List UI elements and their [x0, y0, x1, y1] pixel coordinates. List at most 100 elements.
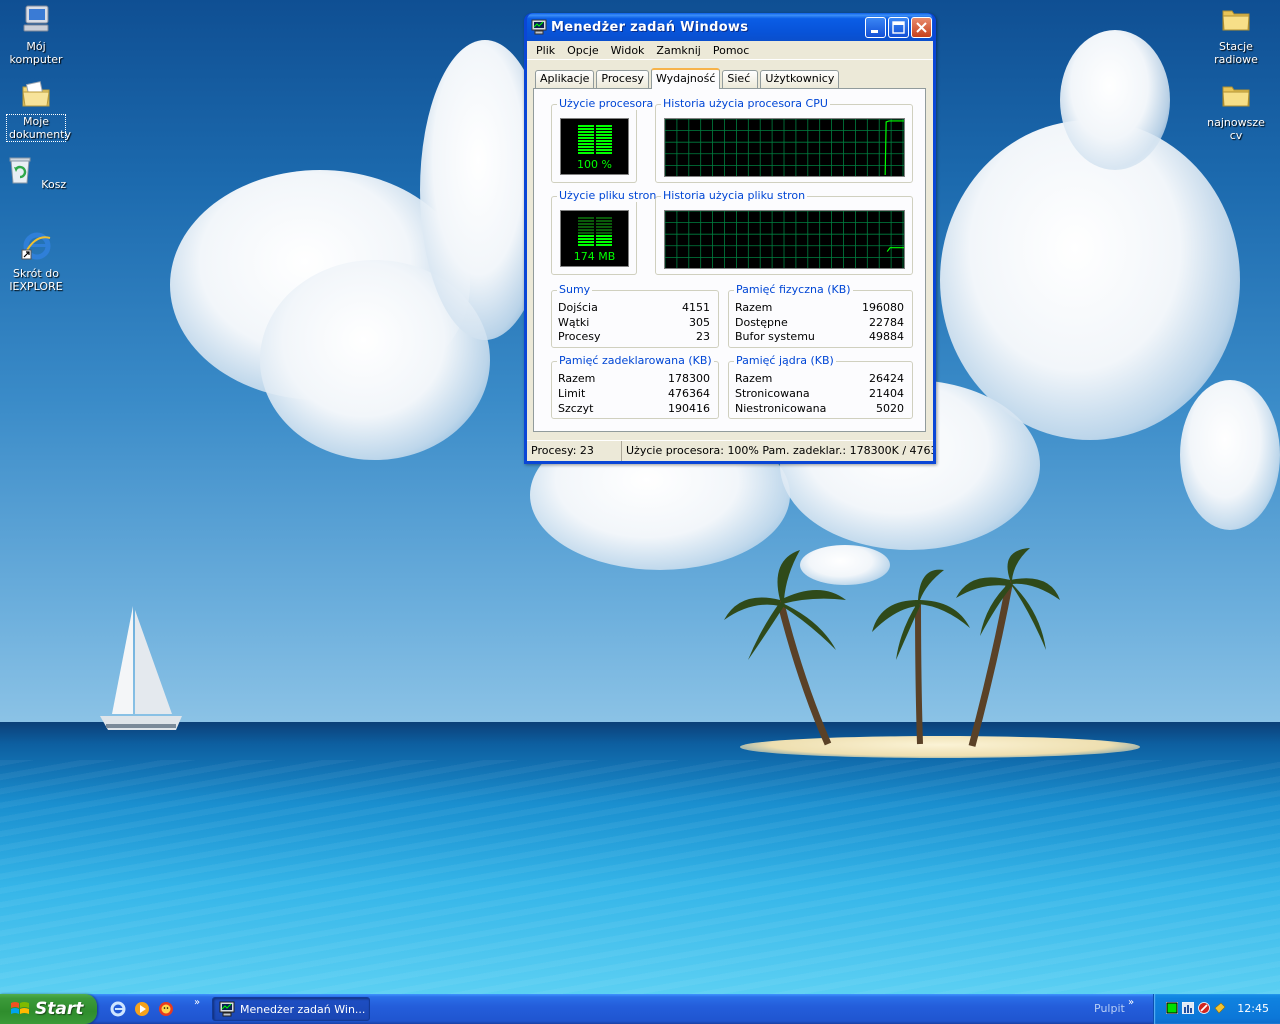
meter-segment	[596, 217, 612, 219]
desktop-icon-stacje-radiowe[interactable]: Stacje radiowe	[1198, 3, 1274, 66]
antivirus-tray-icon[interactable]	[1198, 1002, 1210, 1014]
stat-key: Razem	[735, 372, 773, 385]
meter-segment	[578, 235, 594, 237]
meter-segment	[596, 152, 612, 154]
meter-segment	[596, 226, 612, 228]
desktop-icon-label: Kosz	[41, 178, 67, 191]
pagefile-history-graph	[664, 210, 905, 269]
meter-segment	[578, 223, 594, 225]
meter-segment	[596, 125, 612, 127]
commit-charge-label: Pamięć zadeklarowana (KB)	[557, 354, 714, 367]
tab-wydajnosc[interactable]: Wydajność	[650, 68, 721, 89]
meter-segment	[578, 238, 594, 240]
meter-segment	[578, 125, 594, 127]
quicklaunch-media-player-icon[interactable]	[134, 1001, 150, 1017]
meter-segment	[578, 226, 594, 228]
close-button[interactable]	[911, 17, 932, 38]
tab-procesy[interactable]: Procesy	[596, 70, 649, 88]
desktop-icon-my-documents[interactable]: Moje dokumenty	[0, 78, 74, 142]
pagefile-usage-meter: 174 MB	[560, 210, 629, 267]
menu-item-zamknij[interactable]: Zamknij	[650, 44, 706, 57]
minimize-icon	[871, 30, 878, 33]
documents-folder-icon	[22, 81, 50, 107]
meter-segment	[596, 137, 612, 139]
menu-item-plik[interactable]: Plik	[530, 44, 561, 57]
commit-row: Razem 178300	[558, 372, 710, 386]
task-manager-window[interactable]: Menedżer zadań Windows Plik Opcje Widok …	[524, 13, 936, 464]
close-icon	[916, 22, 927, 33]
desktop-icon-label: Mój komputer	[9, 40, 63, 66]
meter-segment	[578, 137, 594, 139]
desktop-icon-iexplore-shortcut[interactable]: Skrót do IEXPLORE	[0, 230, 74, 293]
physical-memory-group: Pamięć fizyczna (KB) Razem 196080 Dostęp…	[728, 283, 913, 348]
quicklaunch-chevron[interactable]: »	[194, 997, 200, 1008]
meter-segment	[578, 146, 594, 148]
stat-key: Dojścia	[558, 301, 598, 314]
stat-value: 178300	[668, 372, 710, 385]
physical-row: Bufor systemu 49884	[735, 330, 904, 344]
palm-fronds	[724, 548, 1060, 660]
messenger-tray-icon[interactable]	[1214, 1002, 1226, 1014]
meter-segment	[578, 140, 594, 142]
meter-segment	[578, 149, 594, 151]
window-titlebar[interactable]: Menedżer zadań Windows	[527, 13, 933, 41]
stat-key: Razem	[735, 301, 773, 314]
network-tray-icon[interactable]	[1182, 1002, 1194, 1014]
menu-item-opcje[interactable]: Opcje	[561, 44, 605, 57]
desktop-icon-recycle-bin[interactable]: Kosz	[0, 154, 74, 191]
meter-segment	[578, 134, 594, 136]
menubar: Plik Opcje Widok Zamknij Pomoc	[527, 41, 933, 60]
cpu-history-graph	[664, 118, 905, 177]
stat-key: Wątki	[558, 316, 590, 329]
cpu-usage-label: Użycie procesora	[557, 97, 656, 110]
cpu-history-group: Historia użycia procesora CPU	[655, 97, 913, 183]
menu-item-pomoc[interactable]: Pomoc	[707, 44, 755, 57]
stat-key: Stronicowana	[735, 387, 810, 400]
performance-panel: Użycie procesora 100 % Historia użycia p…	[533, 88, 926, 432]
desktop-icon-najnowsze-cv[interactable]: najnowsze cv	[1198, 79, 1274, 142]
cpu-history-label: Historia użycia procesora CPU	[661, 97, 830, 110]
cpu-usage-group: Użycie procesora 100 %	[551, 97, 656, 183]
start-button[interactable]: Start	[0, 994, 97, 1024]
task-manager-cpu-tray-icon[interactable]	[1166, 1002, 1178, 1014]
quicklaunch-messenger-icon[interactable]	[158, 1001, 174, 1017]
stat-value: 196080	[862, 301, 904, 314]
taskbar-button-task-manager[interactable]: Menedżer zadań Win...	[212, 997, 370, 1021]
totals-label: Sumy	[557, 283, 593, 296]
desktop-icon-my-computer[interactable]: Mój komputer	[0, 3, 74, 66]
maximize-button[interactable]	[888, 17, 909, 38]
stat-key: Szczyt	[558, 402, 594, 415]
meter-segment	[578, 152, 594, 154]
tab-aplikacje[interactable]: Aplikacje	[535, 70, 595, 88]
meter-segment	[596, 244, 612, 246]
kernel-memory-label: Pamięć jądra (KB)	[734, 354, 836, 367]
stat-value: 476364	[668, 387, 710, 400]
tab-uzytkownicy[interactable]: Użytkownicy	[760, 70, 840, 88]
minimize-button[interactable]	[865, 17, 886, 38]
desktop-icon-label: Skrót do IEXPLORE	[9, 267, 63, 293]
sailboat	[100, 606, 182, 730]
stat-value: 21404	[869, 387, 904, 400]
desktop-toolbar-label[interactable]: Pulpit	[1094, 1002, 1125, 1015]
kernel-memory-group: Pamięć jądra (KB) Razem 26424 Stronicowa…	[728, 354, 913, 419]
taskbar-clock: 12:45	[1237, 1002, 1269, 1015]
quicklaunch-ie-icon[interactable]	[110, 1001, 126, 1017]
cpu-history-line	[884, 120, 904, 176]
taskbar-button-label: Menedżer zadań Win...	[240, 1002, 366, 1016]
menu-item-widok[interactable]: Widok	[605, 44, 651, 57]
toolbar-chevron[interactable]: »	[1128, 997, 1134, 1008]
pagefile-usage-label: Użycie pliku stron	[557, 189, 659, 202]
tab-siec[interactable]: Sieć	[722, 70, 759, 88]
cpu-usage-bars	[578, 125, 612, 154]
desktop-icon-label: Moje dokumenty	[6, 114, 71, 142]
pagefile-history-line	[886, 247, 904, 252]
meter-segment	[596, 140, 612, 142]
meter-segment	[596, 241, 612, 243]
kernel-row: Niestronicowana 5020	[735, 402, 904, 416]
meter-segment	[578, 229, 594, 231]
stat-value: 22784	[869, 316, 904, 329]
pagefile-history-group: Historia użycia pliku stron	[655, 189, 913, 275]
totals-row: Procesy 23	[558, 330, 710, 344]
stat-value: 4151	[682, 301, 710, 314]
folder-icon	[1222, 10, 1250, 31]
